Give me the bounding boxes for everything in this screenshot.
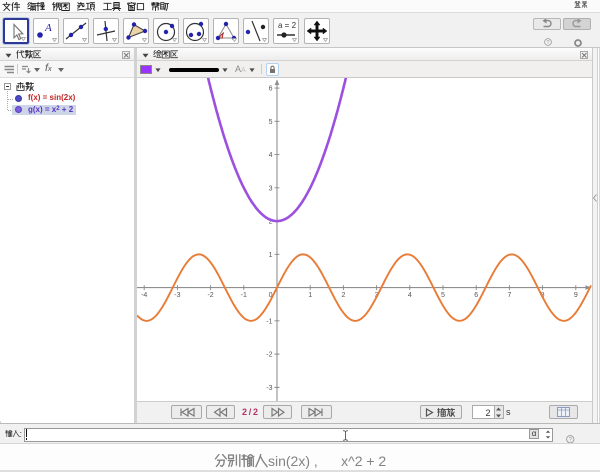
svg-text:-3: -3 <box>266 385 272 392</box>
svg-text:-1: -1 <box>241 292 247 299</box>
svg-text:6: 6 <box>474 292 478 299</box>
svg-text:2: 2 <box>341 292 345 299</box>
svg-text:5: 5 <box>269 119 273 126</box>
svg-text:9: 9 <box>574 292 578 299</box>
svg-text:5: 5 <box>441 292 445 299</box>
svg-text:-4: -4 <box>141 292 147 299</box>
svg-text:-2: -2 <box>207 292 213 299</box>
svg-text:4: 4 <box>408 292 412 299</box>
svg-text:4: 4 <box>269 152 273 159</box>
svg-text:7: 7 <box>507 292 511 299</box>
svg-text:1: 1 <box>308 292 312 299</box>
svg-text:A: A <box>44 22 52 34</box>
svg-text:a = 2: a = 2 <box>278 21 297 30</box>
svg-text:-2: -2 <box>266 352 272 359</box>
svg-text:3: 3 <box>269 185 273 192</box>
svg-text:-3: -3 <box>174 292 180 299</box>
svg-text:1: 1 <box>269 252 273 259</box>
svg-text:6: 6 <box>269 86 273 93</box>
svg-text:-1: -1 <box>266 318 272 325</box>
svg-text:?: ? <box>546 40 549 46</box>
